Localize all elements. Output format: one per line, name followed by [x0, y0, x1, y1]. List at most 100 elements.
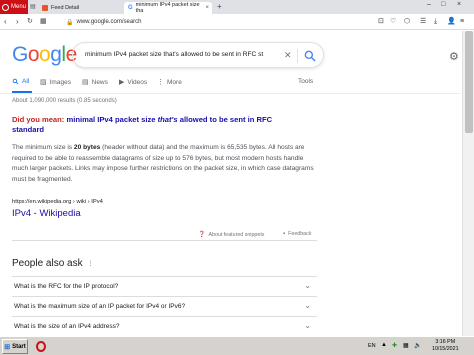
tab-overview-icon[interactable]: ▤	[30, 3, 36, 10]
profile-icon[interactable]: 👤	[447, 17, 456, 27]
tools-label: Tools	[298, 78, 314, 85]
search-icon[interactable]	[303, 49, 317, 63]
close-window-icon[interactable]: ×	[457, 1, 461, 8]
speed-dial-icon[interactable]: ▦	[40, 17, 47, 27]
scrollbar-thumb[interactable]	[465, 31, 473, 133]
tab-label: More	[167, 78, 182, 86]
easy-setup-icon[interactable]: ☰	[420, 17, 426, 27]
paa-question[interactable]: What is the RFC for the IP protocol? ⌄	[12, 276, 317, 296]
tab-all[interactable]: All	[12, 78, 29, 85]
opera-logo-icon	[36, 341, 46, 352]
volume-icon[interactable]: 🔈	[414, 342, 421, 349]
featured-snippet-text: The minimum size is 20 bytes (header wit…	[12, 143, 317, 185]
new-tab-button[interactable]: +	[217, 2, 222, 11]
tools-button[interactable]: Tools	[298, 78, 313, 85]
did-you-mean: Did you mean: minimal IPv4 packet size t…	[12, 115, 302, 135]
paa-title-text: People also ask	[12, 258, 83, 269]
extensions-icon[interactable]: ⬡	[404, 17, 410, 27]
tab-feed-detail[interactable]: Feed Detail	[38, 2, 122, 14]
security-tray-icon[interactable]: ✚	[392, 342, 397, 349]
logo-letter: g	[50, 43, 62, 66]
browser-tab-strip: Menu ▤ Feed Detail G minimum IPv4 packet…	[0, 0, 474, 14]
tab-label: All	[22, 78, 30, 85]
about-featured-snippets[interactable]: ❓ About featured snippets	[198, 231, 265, 239]
tab-label: Images	[49, 78, 71, 86]
gear-icon[interactable]: ⚙	[449, 50, 459, 63]
windows-logo-icon: ⊞	[4, 343, 11, 351]
url-field[interactable]: 🔒 www.google.com/search	[66, 17, 356, 27]
correction-emphasis: that's	[157, 115, 178, 124]
tab-images[interactable]: ▨ Images	[40, 78, 71, 87]
tray-icon[interactable]: ▲	[381, 342, 387, 348]
forward-icon[interactable]: ›	[16, 17, 19, 27]
opera-menu-button[interactable]: Menu	[0, 0, 28, 14]
logo-letter: o	[27, 43, 40, 66]
google-favicon-icon: G	[128, 5, 133, 11]
bookmark-heart-icon[interactable]: ♡	[390, 17, 396, 27]
tab-more[interactable]: ⋮ More	[157, 78, 182, 87]
settings-menu-icon[interactable]: ≡	[460, 17, 464, 27]
more-options-icon[interactable]: ⋮	[88, 260, 94, 267]
more-icon: ⋮	[157, 79, 164, 86]
start-button[interactable]: ⊞ Start	[2, 339, 28, 354]
search-box[interactable]: minimum IPv4 packet size that's allowed …	[72, 42, 324, 68]
minimize-icon[interactable]: –	[427, 1, 431, 8]
url-text: www.google.com/search	[76, 19, 142, 25]
network-icon[interactable]: ▦	[403, 342, 409, 349]
tab-label: Videos	[127, 78, 148, 86]
people-also-ask-heading: People also ask ⋮	[12, 258, 94, 269]
paa-question-text: What is the RFC for the IP protocol?	[14, 283, 119, 290]
feed-favicon-icon	[42, 5, 48, 11]
image-icon: ▨	[40, 79, 47, 86]
feedback-link[interactable]: ▪ Feedback	[283, 231, 311, 237]
chevron-down-icon: ⌄	[304, 281, 311, 290]
snapshot-icon[interactable]: ⊡	[378, 17, 384, 27]
address-bar-row: ‹ › ↻ ▦ 🔒 www.google.com/search ⊡ ♡ ⬡ ☰ …	[0, 14, 474, 30]
start-label: Start	[12, 343, 26, 350]
search-input[interactable]: minimum IPv4 packet size that's allowed …	[85, 51, 263, 58]
result-title-link[interactable]: IPv4 - Wikipedia	[12, 208, 81, 219]
correction-text: minimal IPv4 packet size	[66, 115, 156, 124]
tab-news[interactable]: ▤ News	[82, 78, 108, 87]
feedback-label: Feedback	[288, 231, 312, 237]
result-url: https://en.wikipedia.org › wiki › IPv4	[12, 199, 103, 205]
lock-icon: 🔒	[66, 19, 74, 26]
language-indicator[interactable]: EN	[368, 343, 376, 349]
chevron-down-icon: ⌄	[304, 301, 311, 310]
opera-taskbar-button[interactable]	[34, 340, 48, 353]
opera-logo-icon	[2, 3, 9, 11]
chevron-down-icon: ⌄	[304, 321, 311, 330]
vertical-scrollbar[interactable]	[462, 31, 474, 336]
tab-label: News	[91, 78, 108, 86]
clear-search-icon[interactable]: ✕	[284, 50, 292, 61]
tab-videos[interactable]: ▶ Videos	[119, 78, 148, 87]
tab-google-search[interactable]: G minimum IPv4 packet size tha ×	[124, 2, 212, 14]
paa-question-text: What is the maximum size of an IP packet…	[14, 303, 186, 310]
google-logo[interactable]: Google	[12, 44, 77, 66]
reload-icon[interactable]: ↻	[27, 17, 33, 27]
download-icon[interactable]: ⤓	[434, 17, 437, 27]
paa-question[interactable]: What is the size of an IPv4 address? ⌄	[12, 316, 317, 336]
search-divider	[297, 49, 298, 63]
clock-date: 10/15/2021	[432, 346, 459, 352]
video-icon: ▶	[119, 79, 125, 86]
logo-letter: o	[39, 43, 51, 66]
tab-label: Feed Detail	[51, 5, 80, 11]
maximize-icon[interactable]: □	[441, 1, 445, 8]
search-icon	[12, 78, 19, 85]
paa-question[interactable]: What is the maximum size of an IP packet…	[12, 296, 317, 316]
news-icon: ▤	[82, 79, 89, 86]
back-icon[interactable]: ‹	[4, 17, 7, 27]
about-snippets-label: About featured snippets	[208, 231, 265, 238]
close-tab-icon[interactable]: ×	[205, 5, 212, 11]
help-icon: ❓	[198, 232, 206, 238]
taskbar: ⊞ Start EN ▲ ✚ ▦ 🔈 3:16 PM 10/15/2021	[0, 336, 474, 355]
did-you-mean-label: Did you mean:	[12, 115, 65, 124]
snippet-text: The minimum size is	[12, 144, 74, 151]
clock-time: 3:16 PM	[435, 339, 456, 345]
tab-label: minimum IPv4 packet size tha	[135, 2, 200, 14]
system-clock[interactable]: 3:16 PM 10/15/2021	[432, 339, 459, 353]
menu-label: Menu	[11, 4, 27, 10]
feedback-icon: ▪	[283, 231, 286, 237]
result-stats: About 1,090,000 results (0.85 seconds)	[12, 98, 117, 104]
